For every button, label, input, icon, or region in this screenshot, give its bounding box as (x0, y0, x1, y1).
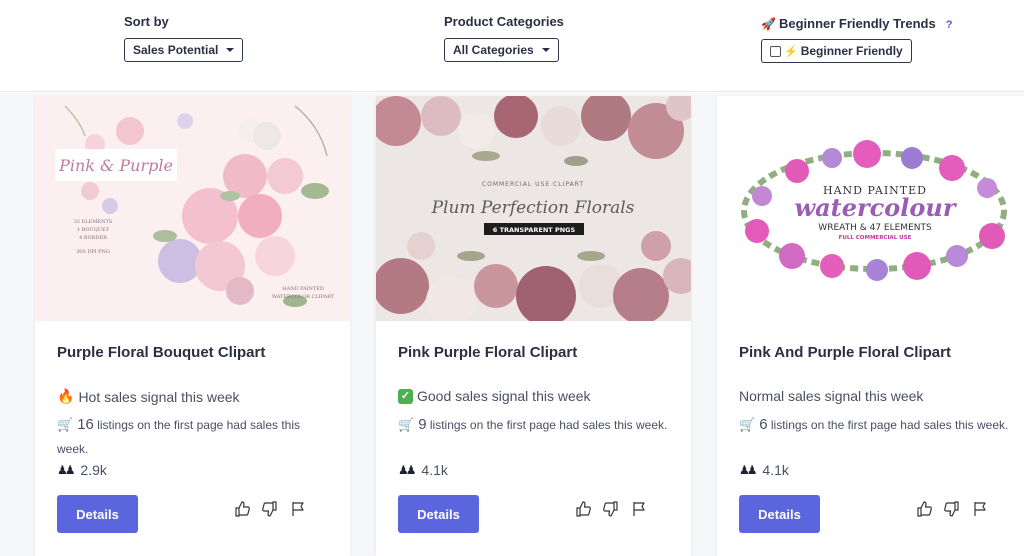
details-button[interactable]: Details (739, 495, 820, 533)
image-top-text: COMMERCIAL USE CLIPART (482, 181, 584, 188)
svg-text:1 BOUQUET: 1 BOUQUET (77, 227, 110, 233)
sales-signal: Normal sales signal this week (739, 388, 924, 404)
thumbs-down-icon[interactable] (602, 500, 620, 518)
views-count: ♟♟ 4.1k (398, 462, 448, 478)
fire-icon: 🔥 (57, 388, 75, 404)
help-icon[interactable]: ? (946, 17, 953, 33)
thumbs-up-icon[interactable] (574, 500, 592, 518)
lightning-icon: ⚡ (784, 45, 798, 58)
svg-text:4 BORDER: 4 BORDER (79, 235, 107, 241)
floral-artwork: Pink & Purple 32 ELEMENTS 1 BOUQUET 4 BO… (35, 96, 350, 321)
cart-icon: 🛒 (398, 417, 415, 432)
image-script-text: Plum Perfection Florals (431, 198, 635, 218)
svg-text:300 DPI PNG: 300 DPI PNG (76, 249, 110, 255)
floral-artwork: COMMERCIAL USE CLIPART Plum Perfection F… (376, 96, 691, 321)
product-grid: Pink & Purple 32 ELEMENTS 1 BOUQUET 4 BO… (0, 93, 1024, 556)
check-icon: ✓ (398, 388, 413, 404)
beginner-toggle-label: Beginner Friendly (800, 44, 903, 58)
category-dropdown[interactable]: All Categories (444, 38, 559, 62)
thumbs-down-icon[interactable] (261, 500, 279, 518)
product-card: Pink & Purple 32 ELEMENTS 1 BOUQUET 4 BO… (35, 96, 350, 556)
thumbs-up-icon[interactable] (915, 500, 933, 518)
image-line-text: WREATH & 47 ELEMENTS (818, 223, 932, 233)
details-button[interactable]: Details (398, 495, 479, 533)
floral-artwork: HAND PAINTED watercolour WREATH & 47 ELE… (717, 96, 1024, 321)
product-title[interactable]: Pink Purple Floral Clipart (398, 344, 577, 361)
thumbs-down-icon[interactable] (943, 500, 961, 518)
sales-signal: 🔥 Hot sales signal this week (57, 388, 240, 405)
chevron-down-icon (541, 48, 550, 52)
feedback-actions (233, 500, 307, 518)
feedback-actions (915, 500, 989, 518)
category-label: Product Categories (444, 14, 564, 29)
rocket-icon: 🚀 (761, 17, 776, 31)
beginner-toggle[interactable]: ⚡ Beginner Friendly (761, 39, 912, 63)
cart-icon: 🛒 (739, 417, 756, 432)
product-card: HAND PAINTED watercolour WREATH & 47 ELE… (717, 96, 1024, 556)
listings-info: 🛒 6 listings on the first page had sales … (739, 416, 1009, 433)
filter-bar: Sort by Sales Potential Product Categori… (0, 0, 1024, 92)
sales-signal: ✓ Good sales signal this week (398, 388, 591, 404)
cart-icon: 🛒 (57, 417, 74, 432)
sort-filter: Sort by Sales Potential (124, 14, 244, 62)
beginner-filter: 🚀 Beginner Friendly Trends? ⚡ Beginner Fr… (761, 16, 952, 63)
product-title[interactable]: Pink And Purple Floral Clipart (739, 344, 951, 361)
people-icon: ♟♟ (398, 463, 416, 477)
svg-text:HAND PAINTED: HAND PAINTED (282, 286, 324, 292)
product-card: COMMERCIAL USE CLIPART Plum Perfection F… (376, 96, 691, 556)
image-banner-text: Pink & Purple (58, 156, 173, 175)
flag-icon[interactable] (630, 500, 648, 518)
product-image[interactable]: COMMERCIAL USE CLIPART Plum Perfection F… (376, 96, 691, 321)
beginner-checkbox[interactable] (770, 45, 781, 57)
category-filter: Product Categories All Categories (444, 14, 564, 62)
details-button[interactable]: Details (57, 495, 138, 533)
listings-info: 🛒 16 listings on the first page had sales… (57, 416, 300, 456)
image-small-text: FULL COMMERCIAL USE (839, 235, 912, 241)
thumbs-up-icon[interactable] (233, 500, 251, 518)
image-badge-text: 6 TRANSPARENT PNGS (493, 226, 576, 234)
product-image[interactable]: Pink & Purple 32 ELEMENTS 1 BOUQUET 4 BO… (35, 96, 350, 321)
flag-icon[interactable] (289, 500, 307, 518)
views-count: ♟♟ 4.1k (739, 462, 789, 478)
beginner-label: 🚀 Beginner Friendly Trends? (761, 16, 953, 33)
svg-text:WATERCOLOR CLIPART: WATERCOLOR CLIPART (272, 294, 335, 300)
listings-info: 🛒 9 listings on the first page had sales … (398, 416, 668, 433)
svg-text:32 ELEMENTS: 32 ELEMENTS (74, 219, 113, 225)
people-icon: ♟♟ (57, 463, 75, 477)
flag-icon[interactable] (971, 500, 989, 518)
chevron-down-icon (226, 48, 235, 52)
category-value: All Categories (453, 43, 534, 57)
people-icon: ♟♟ (739, 463, 757, 477)
product-title[interactable]: Purple Floral Bouquet Clipart (57, 344, 265, 361)
sort-label: Sort by (124, 14, 169, 29)
feedback-actions (574, 500, 648, 518)
views-count: ♟♟ 2.9k (57, 462, 107, 478)
sort-value: Sales Potential (133, 43, 219, 57)
sort-dropdown[interactable]: Sales Potential (124, 38, 244, 62)
image-script-text: watercolour (794, 193, 957, 222)
product-image[interactable]: HAND PAINTED watercolour WREATH & 47 ELE… (717, 96, 1024, 321)
